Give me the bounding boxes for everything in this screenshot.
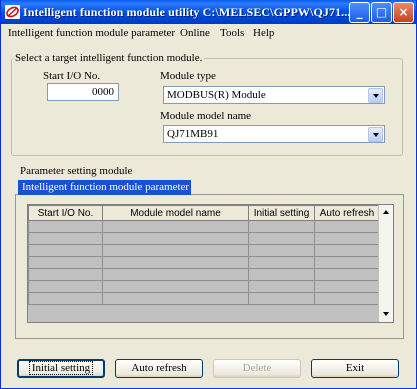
table-row[interactable] xyxy=(28,256,380,269)
column-header-start-io[interactable]: Start I/O No. xyxy=(28,205,103,221)
table-cell[interactable] xyxy=(28,292,103,305)
menu-bar: Intelligent function module parameter On… xyxy=(1,24,416,42)
model-name-value: QJ71MB91 xyxy=(167,128,219,140)
table-cell[interactable] xyxy=(248,232,315,245)
table-cell[interactable] xyxy=(102,232,249,245)
tab-label: Intelligent function module parameter xyxy=(22,181,190,193)
parameter-section-heading: Parameter setting module xyxy=(20,165,133,177)
table-cell[interactable] xyxy=(248,292,315,305)
start-io-value: 0000 xyxy=(92,86,114,98)
menu-tools[interactable]: Tools xyxy=(220,27,244,39)
chevron-down-icon[interactable] xyxy=(368,127,383,142)
table-body xyxy=(28,220,380,305)
table-cell[interactable] xyxy=(248,256,315,269)
module-type-value: MODBUS(R) Module xyxy=(167,89,266,101)
table-cell[interactable] xyxy=(28,232,103,245)
target-module-legend: Select a target intelligent function mod… xyxy=(13,52,205,64)
table-cell[interactable] xyxy=(248,220,315,233)
table-cell[interactable] xyxy=(314,232,380,245)
module-table: Start I/O No. Module model name Initial … xyxy=(28,205,380,305)
menu-parameter[interactable]: Intelligent function module parameter xyxy=(8,27,175,39)
close-icon: × xyxy=(398,5,409,19)
title-bar[interactable]: Intelligent function module utility C:\M… xyxy=(1,0,416,24)
close-button[interactable]: × xyxy=(393,2,414,23)
delete-label: Delete xyxy=(242,362,272,374)
table-cell[interactable] xyxy=(28,268,103,281)
table-cell[interactable] xyxy=(248,280,315,293)
table-cell[interactable] xyxy=(314,292,380,305)
menu-help[interactable]: Help xyxy=(253,27,274,39)
start-io-field[interactable]: 0000 xyxy=(47,83,119,101)
table-cell[interactable] xyxy=(314,244,380,257)
table-cell[interactable] xyxy=(28,244,103,257)
column-header-auto-refresh[interactable]: Auto refresh xyxy=(314,205,380,221)
table-cell[interactable] xyxy=(102,280,249,293)
minimize-button[interactable]: _ xyxy=(349,2,370,23)
table-cell[interactable] xyxy=(314,220,380,233)
table-cell[interactable] xyxy=(102,244,249,257)
table-row[interactable] xyxy=(28,280,380,293)
column-header-model-name[interactable]: Module model name xyxy=(102,205,249,221)
table-cell[interactable] xyxy=(102,256,249,269)
table-cell[interactable] xyxy=(28,280,103,293)
auto-refresh-button[interactable]: Auto refresh xyxy=(115,359,203,378)
table-row[interactable] xyxy=(28,232,380,245)
menu-online[interactable]: Online xyxy=(180,27,210,39)
module-type-select[interactable]: MODBUS(R) Module xyxy=(163,86,385,104)
scroll-down-icon[interactable] xyxy=(379,307,394,322)
model-name-select[interactable]: QJ71MB91 xyxy=(163,125,385,143)
maximize-icon: □ xyxy=(375,5,388,19)
table-cell[interactable] xyxy=(102,268,249,281)
delete-button: Delete xyxy=(213,359,301,378)
table-cell[interactable] xyxy=(248,244,315,257)
column-header-initial-setting[interactable]: Initial setting xyxy=(248,205,315,221)
table-cell[interactable] xyxy=(248,268,315,281)
minimize-icon: _ xyxy=(356,5,363,19)
table-row[interactable] xyxy=(28,268,380,281)
module-grid[interactable]: Start I/O No. Module model name Initial … xyxy=(27,204,394,323)
table-cell[interactable] xyxy=(28,220,103,233)
vertical-scrollbar[interactable] xyxy=(378,205,393,322)
table-cell[interactable] xyxy=(314,256,380,269)
initial-setting-label: Initial setting xyxy=(28,361,94,375)
exit-label: Exit xyxy=(345,362,365,374)
auto-refresh-label: Auto refresh xyxy=(131,362,187,374)
maximize-button[interactable]: □ xyxy=(371,2,392,23)
table-cell[interactable] xyxy=(314,280,380,293)
table-cell[interactable] xyxy=(102,220,249,233)
start-io-label: Start I/O No. xyxy=(43,70,101,82)
app-icon xyxy=(5,5,20,19)
table-row[interactable] xyxy=(28,220,380,233)
window-title: Intelligent function module utility C:\M… xyxy=(23,5,351,19)
scroll-up-icon[interactable] xyxy=(379,205,394,220)
table-row[interactable] xyxy=(28,292,380,305)
table-cell[interactable] xyxy=(102,292,249,305)
app-window: Intelligent function module utility C:\M… xyxy=(0,0,417,389)
model-name-label: Module model name xyxy=(160,110,252,122)
initial-setting-button[interactable]: Initial setting xyxy=(17,359,105,378)
table-cell[interactable] xyxy=(314,268,380,281)
table-header-row: Start I/O No. Module model name Initial … xyxy=(28,205,380,221)
exit-button[interactable]: Exit xyxy=(311,359,399,378)
module-type-label: Module type xyxy=(160,70,216,82)
chevron-down-icon[interactable] xyxy=(368,88,383,103)
table-row[interactable] xyxy=(28,244,380,257)
tab-intelligent-function-module-parameter[interactable]: Intelligent function module parameter xyxy=(18,180,191,195)
table-cell[interactable] xyxy=(28,256,103,269)
